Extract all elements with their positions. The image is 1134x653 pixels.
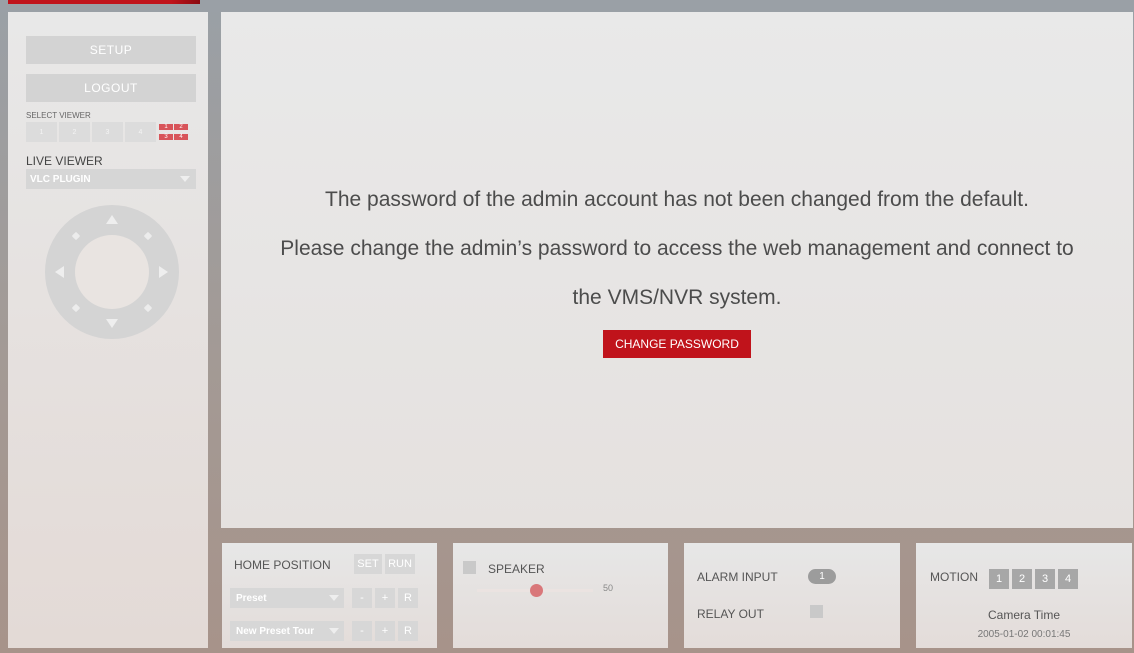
preset-select-value: Preset <box>236 592 267 604</box>
home-position-label: HOME POSITION <box>234 558 331 572</box>
main-view: The password of the admin account has no… <box>221 12 1133 528</box>
viewer-1-button[interactable]: 1 <box>26 122 57 142</box>
quad-cell-1: 1 <box>159 124 173 130</box>
tour-minus-button[interactable]: - <box>352 621 372 641</box>
alarm-input-indicator: 1 <box>808 569 836 584</box>
password-warning-line-1: The password of the admin account has no… <box>325 188 1029 211</box>
ptz-up-left-arrow-icon[interactable] <box>71 231 81 241</box>
ptz-right-arrow-icon[interactable] <box>159 266 168 278</box>
viewer-selector: 1 2 3 4 1 2 3 4 <box>26 122 189 142</box>
motion-zone-1: 1 <box>989 569 1009 589</box>
home-run-button[interactable]: RUN <box>385 554 415 574</box>
viewer-quad-button[interactable]: 1 2 3 4 <box>158 122 189 142</box>
ptz-down-left-arrow-icon[interactable] <box>71 303 81 313</box>
preset-r-button[interactable]: R <box>398 588 418 608</box>
speaker-panel: SPEAKER 50 <box>453 543 668 648</box>
preset-select[interactable]: Preset <box>230 588 344 608</box>
ptz-up-arrow-icon[interactable] <box>106 215 118 224</box>
speaker-label: SPEAKER <box>488 562 545 576</box>
home-set-button[interactable]: SET <box>354 554 382 574</box>
chevron-down-icon <box>180 176 190 182</box>
ptz-control <box>45 205 179 339</box>
ptz-up-right-arrow-icon[interactable] <box>143 231 153 241</box>
preset-plus-button[interactable]: + <box>375 588 395 608</box>
quad-cell-2: 2 <box>174 124 188 130</box>
alarm-input-label: ALARM INPUT <box>697 570 778 584</box>
setup-button[interactable]: SETUP <box>26 36 196 64</box>
speaker-volume-value: 50 <box>603 583 614 593</box>
motion-panel: MOTION 1 2 3 4 Camera Time 2005-01-02 00… <box>916 543 1132 648</box>
alarm-panel: ALARM INPUT 1 RELAY OUT <box>684 543 900 648</box>
preset-minus-button[interactable]: - <box>352 588 372 608</box>
chevron-down-icon <box>329 595 339 601</box>
live-viewer-select[interactable]: VLC PLUGIN <box>26 169 196 189</box>
ptz-left-arrow-icon[interactable] <box>55 266 64 278</box>
relay-out-label: RELAY OUT <box>697 607 764 621</box>
preset-tour-select-value: New Preset Tour <box>236 625 315 637</box>
quad-cell-4: 4 <box>174 134 188 140</box>
sidebar: SETUP LOGOUT SELECT VIEWER 1 2 3 4 1 2 3… <box>8 12 208 648</box>
change-password-button[interactable]: CHANGE PASSWORD <box>603 330 751 358</box>
select-viewer-label: SELECT VIEWER <box>26 111 91 120</box>
quad-cell-3: 3 <box>159 134 173 140</box>
home-position-panel: HOME POSITION SET RUN Preset - + R New P… <box>222 543 437 648</box>
relay-out-checkbox[interactable] <box>810 605 823 618</box>
ptz-center <box>75 235 149 309</box>
tour-r-button[interactable]: R <box>398 621 418 641</box>
viewer-3-button[interactable]: 3 <box>92 122 123 142</box>
password-warning-line-2: Please change the admin’s password to ac… <box>280 237 1074 260</box>
motion-zone-2: 2 <box>1012 569 1032 589</box>
top-accent-bar <box>8 0 200 4</box>
live-viewer-value: VLC PLUGIN <box>30 173 91 185</box>
speaker-checkbox[interactable] <box>463 561 476 574</box>
preset-tour-select[interactable]: New Preset Tour <box>230 621 344 641</box>
speaker-volume-knob[interactable] <box>530 584 543 597</box>
live-viewer-label: LIVE VIEWER <box>26 154 103 168</box>
camera-time-value: 2005-01-02 00:01:45 <box>977 629 1071 640</box>
ptz-down-right-arrow-icon[interactable] <box>143 303 153 313</box>
viewer-2-button[interactable]: 2 <box>59 122 90 142</box>
logout-button[interactable]: LOGOUT <box>26 74 196 102</box>
camera-time-label: Camera Time <box>987 608 1061 622</box>
motion-zone-4: 4 <box>1058 569 1078 589</box>
chevron-down-icon <box>329 628 339 634</box>
tour-plus-button[interactable]: + <box>375 621 395 641</box>
motion-label: MOTION <box>930 570 978 584</box>
viewer-4-button[interactable]: 4 <box>125 122 156 142</box>
ptz-down-arrow-icon[interactable] <box>106 319 118 328</box>
password-warning-line-3: the VMS/NVR system. <box>572 286 782 309</box>
motion-zone-3: 3 <box>1035 569 1055 589</box>
